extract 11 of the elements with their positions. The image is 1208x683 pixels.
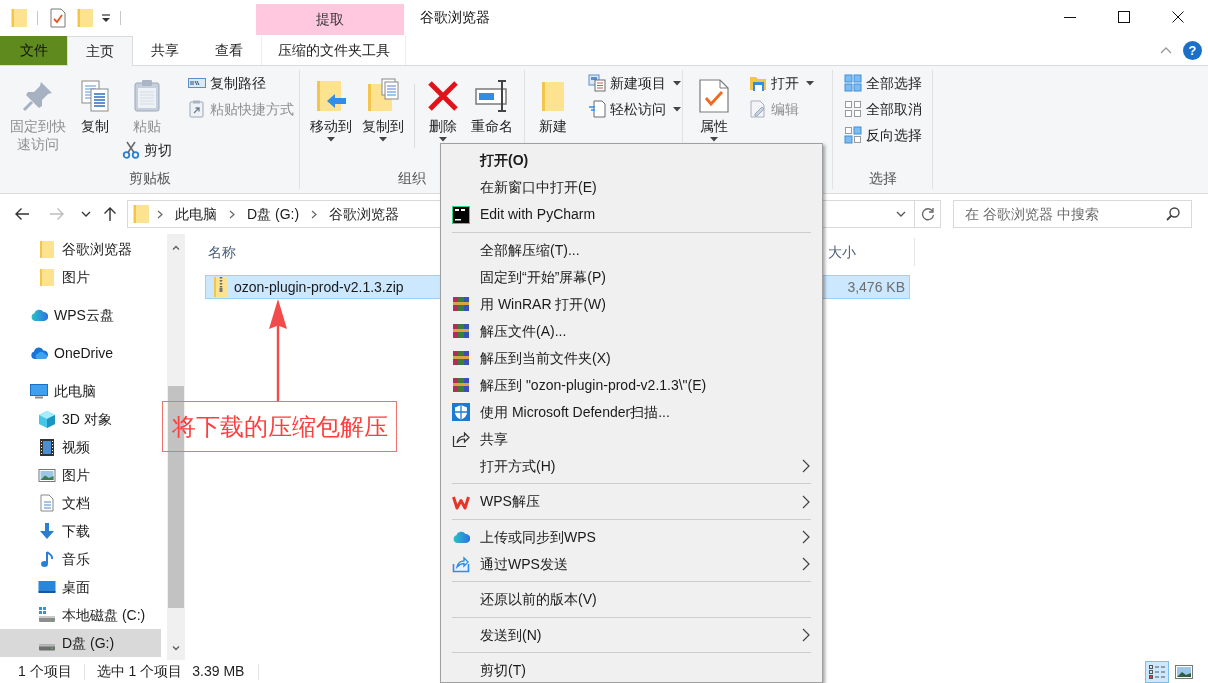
selection-size-text: 3.39 MB [192,662,245,681]
item-count-text: 1 个项目 [18,662,72,681]
file-name-cell-text: ozon-plugin-prod-v2.1.3.zip [234,277,404,297]
window-title: 谷歌浏览器 [420,8,490,27]
contextual-tab-group-label: 提取 [316,10,344,29]
annotation-callout: 将下载的压缩包解压 [162,401,397,452]
group-label: 组织 [398,169,426,188]
group-label: 剪贴板 [128,169,171,188]
file-size-cell-text: 3,476 KB [847,277,906,297]
selection-text: 选中 1 个项目 [96,662,183,681]
group-label: 选择 [868,169,897,188]
